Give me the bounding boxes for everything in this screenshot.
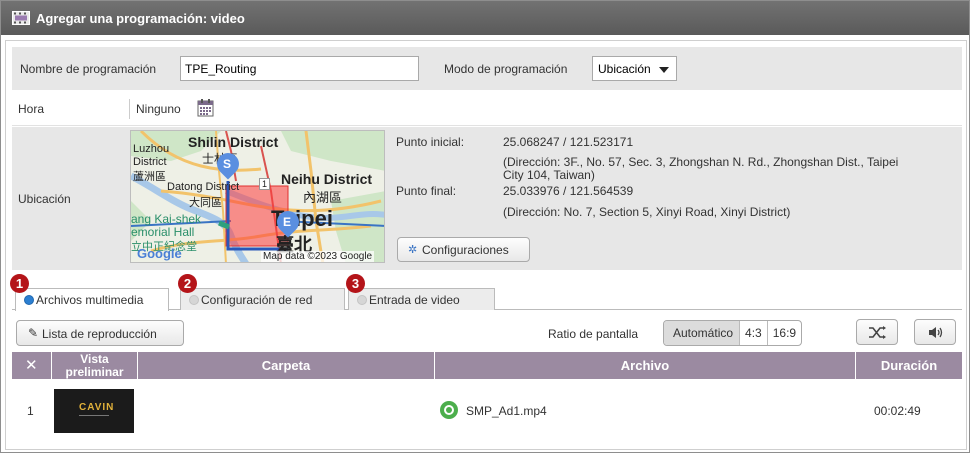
road-number-badge: 1 — [259, 178, 271, 190]
settings-button[interactable]: ✲ Configuraciones — [397, 237, 530, 262]
preview-column-header: Vista preliminar — [52, 352, 138, 379]
duration-cell: 00:02:49 — [874, 404, 921, 418]
calendar-icon[interactable] — [197, 99, 214, 117]
step-badge: 2 — [178, 274, 197, 293]
map-label-luzhou-zh: 蘆洲區 — [133, 171, 166, 183]
volume-button[interactable] — [914, 319, 956, 345]
end-point-address: (Dirección: No. 7, Section 5, Xinyi Road… — [503, 205, 791, 219]
screen-ratio-label: Ratio de pantalla — [548, 327, 639, 341]
map-label-shilin: Shilin District — [188, 134, 279, 150]
status-ok-icon — [440, 401, 458, 419]
thumbnail-logo: CAVIN — [79, 402, 115, 413]
ratio-option-16-9[interactable]: 16:9 — [768, 321, 801, 345]
end-point-label: Punto final: — [396, 184, 457, 198]
media-table-body: 1 CAVIN SMP_Ad1.mp4 00:02:49 — [12, 379, 962, 441]
time-value: Ninguno — [136, 102, 181, 116]
schedule-name-label: Nombre de programación — [20, 62, 157, 76]
close-x-icon: ✕ — [25, 357, 38, 374]
step-badge: 1 — [10, 274, 29, 293]
map-label-neihu: Neihu District — [281, 171, 373, 187]
caret-down-icon — [659, 67, 669, 73]
dialog-title: Agregar una programación: video — [36, 11, 245, 26]
tab-bar: Archivos multimedia Configuración de red… — [12, 288, 962, 311]
settings-button-label: Configuraciones — [422, 243, 509, 257]
start-marker-label: S — [223, 157, 232, 171]
start-point-coords: 25.068247 / 121.523171 — [503, 135, 634, 149]
video-thumbnail[interactable]: CAVIN — [54, 389, 134, 433]
end-point-coords: 25.033976 / 121.564539 — [503, 184, 634, 198]
location-row: Ubicación Shilin District Luzhou Distric… — [12, 127, 962, 270]
playlist-button[interactable]: ✎ Lista de reproducción — [16, 320, 184, 346]
screen-ratio-selector: Automático 4:3 16:9 — [663, 320, 803, 346]
tab-network-settings[interactable]: Configuración de red — [180, 288, 345, 310]
pencil-icon: ✎ — [28, 326, 39, 340]
media-table-header: ✕ Vista preliminar Carpeta Archivo Durac… — [12, 352, 962, 379]
mode-label: Modo de programación — [444, 62, 568, 76]
mode-select-value: Ubicación — [598, 62, 651, 76]
select-all-column[interactable]: ✕ — [12, 352, 52, 379]
start-point-address-line1: (Dirección: 3F., No. 57, Sec. 3, Zhongsh… — [503, 155, 899, 169]
route-map[interactable]: Shilin District 士林區 Luzhou District 蘆洲區 … — [130, 130, 385, 263]
tab-media-files[interactable]: Archivos multimedia — [15, 288, 169, 311]
duration-column-header: Duración — [880, 358, 938, 373]
dialog-content: Nombre de programación TPE_Routing Modo … — [5, 40, 967, 450]
tab-radio-icon — [357, 295, 367, 305]
tab-video-input[interactable]: Entrada de video — [348, 288, 495, 310]
thumbnail-divider — [79, 415, 109, 416]
map-attribution: Map data ©2023 Google — [261, 251, 375, 262]
map-label-luzhou: Luzhou — [133, 143, 170, 155]
file-cell: SMP_Ad1.mp4 — [466, 404, 547, 418]
time-label: Hora — [18, 102, 45, 116]
schedule-name-row: Nombre de programación TPE_Routing Modo … — [12, 47, 962, 90]
location-label: Ubicación — [18, 192, 71, 206]
tab-label: Configuración de red — [201, 293, 313, 307]
start-point-address-line2: City 104, Taiwan) — [503, 168, 595, 182]
playlist-button-label: Lista de reproducción — [42, 327, 157, 341]
file-column-header: Archivo — [435, 352, 856, 379]
gear-icon: ✲ — [408, 244, 418, 256]
map-label-kaishek: ang Kai-shek — [131, 212, 202, 226]
row-index: 1 — [27, 404, 34, 418]
mode-select[interactable]: Ubicación — [592, 56, 677, 81]
tab-radio-icon — [24, 295, 34, 305]
ratio-option-4-3[interactable]: 4:3 — [740, 321, 768, 345]
tab-label: Entrada de video — [369, 293, 460, 307]
start-point-label: Punto inicial: — [396, 135, 465, 149]
folder-column-header: Carpeta — [138, 352, 435, 379]
map-label-district: District — [133, 156, 167, 168]
shuffle-button[interactable] — [856, 319, 898, 345]
table-row[interactable]: 1 CAVIN SMP_Ad1.mp4 00:02:49 — [12, 379, 962, 441]
time-row: Hora Ninguno — [12, 91, 962, 126]
divider — [129, 99, 130, 119]
map-label-neihu-zh: 內湖區 — [303, 190, 343, 205]
shuffle-icon — [869, 326, 886, 339]
speaker-icon — [929, 327, 943, 338]
tab-label: Archivos multimedia — [36, 293, 144, 307]
film-icon — [12, 11, 30, 25]
map-label-datong: Datong District — [167, 181, 240, 193]
google-logo: Google — [137, 246, 182, 261]
schedule-dialog: Agregar una programación: video Nombre d… — [0, 0, 970, 453]
tab-radio-icon — [189, 295, 199, 305]
map-label-datong-zh: 大同區 — [189, 197, 222, 209]
end-marker-label: E — [283, 215, 292, 229]
step-badge: 3 — [346, 274, 365, 293]
map-label-memorial: emorial Hall — [131, 225, 195, 239]
preview-header-line2: preliminar — [65, 365, 124, 379]
ratio-option-auto[interactable]: Automático — [664, 321, 741, 345]
title-bar: Agregar una programación: video — [1, 1, 969, 35]
schedule-name-input[interactable]: TPE_Routing — [180, 56, 419, 81]
